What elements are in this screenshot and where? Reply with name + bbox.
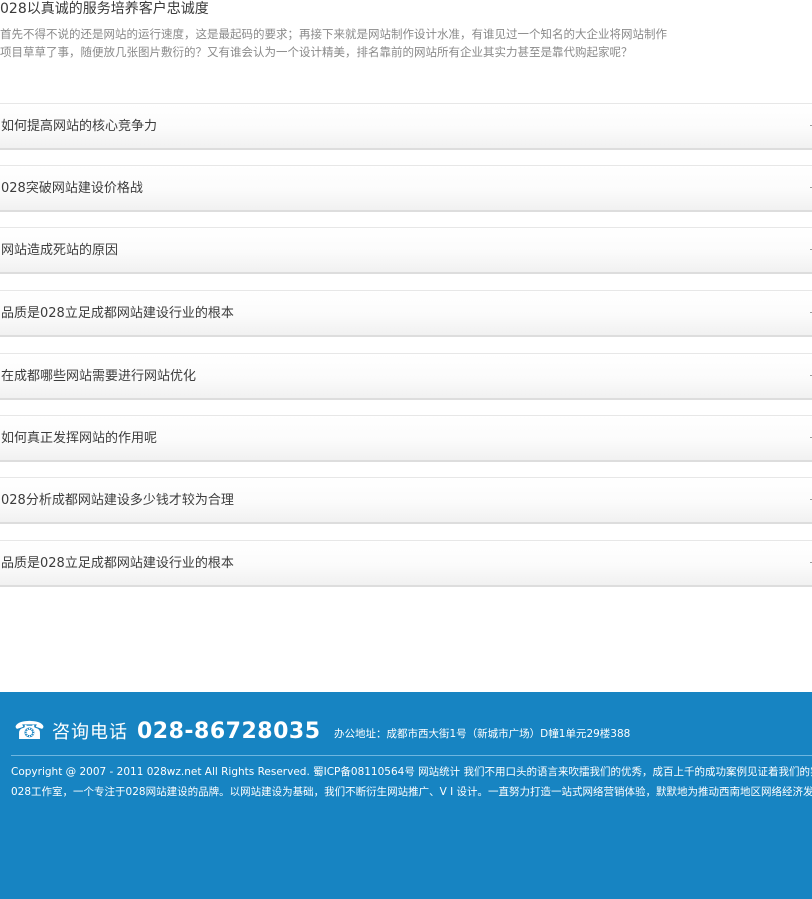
footer-divider (11, 755, 812, 756)
telephone-icon: ☎ (14, 716, 46, 745)
site-footer: ☎ 咨询电话 028-86728035 办公地址：成都市西大街1号（新城市广场）… (0, 692, 812, 899)
faq-item-label[interactable]: 品质是028立足成都网站建设行业的根本 (1, 305, 234, 323)
about-text: 028工作室，一个专注于028网站建设的品牌。以网站建设为基础，我们不断衍生网站… (11, 786, 812, 798)
faq-item[interactable]: 网站造成死站的原因 (0, 227, 812, 274)
office-address: 办公地址：成都市西大街1号（新城市广场）D幢1单元29楼388 (334, 728, 631, 740)
faq-item-label[interactable]: 在成都哪些网站需要进行网站优化 (1, 368, 196, 386)
intro-title: 028以真诚的服务培养客户忠诚度 (0, 1, 209, 17)
faq-item[interactable]: 品质是028立足成都网站建设行业的根本 (0, 540, 812, 587)
phone-label: 咨询电话 (52, 722, 128, 743)
faq-item[interactable]: 在成都哪些网站需要进行网站优化 (0, 353, 812, 400)
phone-number[interactable]: 028-86728035 (137, 718, 321, 746)
faq-item-label[interactable]: 如何真正发挥网站的作用呢 (1, 430, 157, 448)
faq-item[interactable]: 028分析成都网站建设多少钱才较为合理 (0, 477, 812, 524)
intro-line-2: 项目草草了事，随便放几张图片敷衍的？又有谁会认为一个设计精美，排名靠前的网站所有… (0, 45, 633, 59)
faq-item[interactable]: 028突破网站建设价格战 (0, 165, 812, 212)
faq-item[interactable]: 如何提高网站的核心竞争力 (0, 103, 812, 150)
copyright-text: Copyright @ 2007 - 2011 028wz.net All Ri… (11, 766, 812, 778)
faq-item-label[interactable]: 网站造成死站的原因 (1, 242, 118, 260)
faq-item-label[interactable]: 如何提高网站的核心竞争力 (1, 118, 157, 136)
faq-item-label[interactable]: 028分析成都网站建设多少钱才较为合理 (1, 492, 234, 510)
intro-paragraph: 首先不得不说的还是网站的运行速度，这是最起码的要求；再接下来就是网站制作设计水准… (0, 25, 812, 61)
page: 028以真诚的服务培养客户忠诚度 首先不得不说的还是网站的运行速度，这是最起码的… (0, 0, 812, 899)
intro-line-1: 首先不得不说的还是网站的运行速度，这是最起码的要求；再接下来就是网站制作设计水准… (0, 27, 667, 41)
faq-item[interactable]: 品质是028立足成都网站建设行业的根本 (0, 290, 812, 337)
faq-item[interactable]: 如何真正发挥网站的作用呢 (0, 415, 812, 462)
faq-item-label[interactable]: 品质是028立足成都网站建设行业的根本 (1, 555, 234, 573)
faq-item-label[interactable]: 028突破网站建设价格战 (1, 180, 143, 198)
